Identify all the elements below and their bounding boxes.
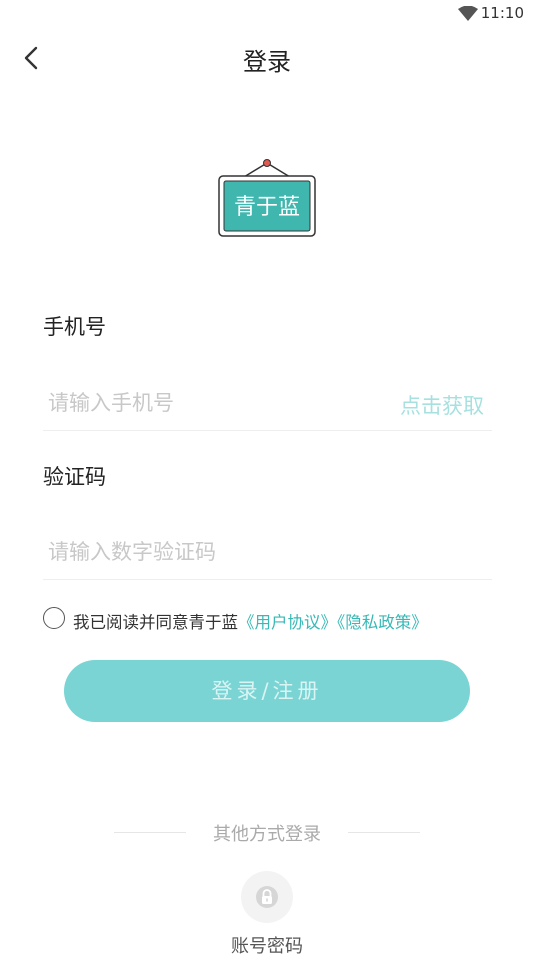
agreement-row: 我已阅读并同意青于蓝《用户协议》《隐私政策》 bbox=[43, 607, 513, 633]
agreement-text: 我已阅读并同意青于蓝《用户协议》《隐私政策》 bbox=[73, 609, 428, 633]
code-label: 验证码 bbox=[43, 465, 106, 489]
app-logo: 青于蓝 bbox=[218, 158, 316, 238]
other-login-title: 其他方式登录 bbox=[213, 824, 321, 845]
privacy-policy-link[interactable]: 《隐私政策》 bbox=[337, 613, 428, 632]
divider-line-left bbox=[114, 832, 186, 833]
account-password-label[interactable]: 账号密码 bbox=[0, 932, 534, 958]
agreement-checkbox[interactable] bbox=[43, 607, 65, 629]
phone-input[interactable] bbox=[48, 376, 378, 430]
agreement-prefix: 我已阅读并同意青于蓝 bbox=[73, 613, 238, 632]
login-register-button[interactable]: 登录/注册 bbox=[64, 660, 470, 722]
get-code-button[interactable]: 点击获取 bbox=[400, 390, 484, 420]
account-password-login-button[interactable] bbox=[241, 871, 293, 923]
other-login-divider: 其他方式登录 bbox=[0, 820, 534, 846]
wifi-icon bbox=[458, 5, 478, 26]
code-input-row bbox=[43, 525, 492, 580]
nav-bar: 登录 bbox=[0, 28, 534, 88]
divider-line-right bbox=[348, 832, 420, 833]
user-agreement-link[interactable]: 《用户协议》 bbox=[238, 613, 337, 632]
logo-text: 青于蓝 bbox=[234, 195, 300, 220]
page-title: 登录 bbox=[243, 48, 291, 76]
phone-label: 手机号 bbox=[43, 315, 106, 339]
status-bar: 11:10 bbox=[0, 0, 534, 28]
code-input[interactable] bbox=[48, 525, 488, 579]
status-time: 11:10 bbox=[480, 4, 524, 22]
phone-input-row: 点击获取 bbox=[43, 376, 492, 431]
